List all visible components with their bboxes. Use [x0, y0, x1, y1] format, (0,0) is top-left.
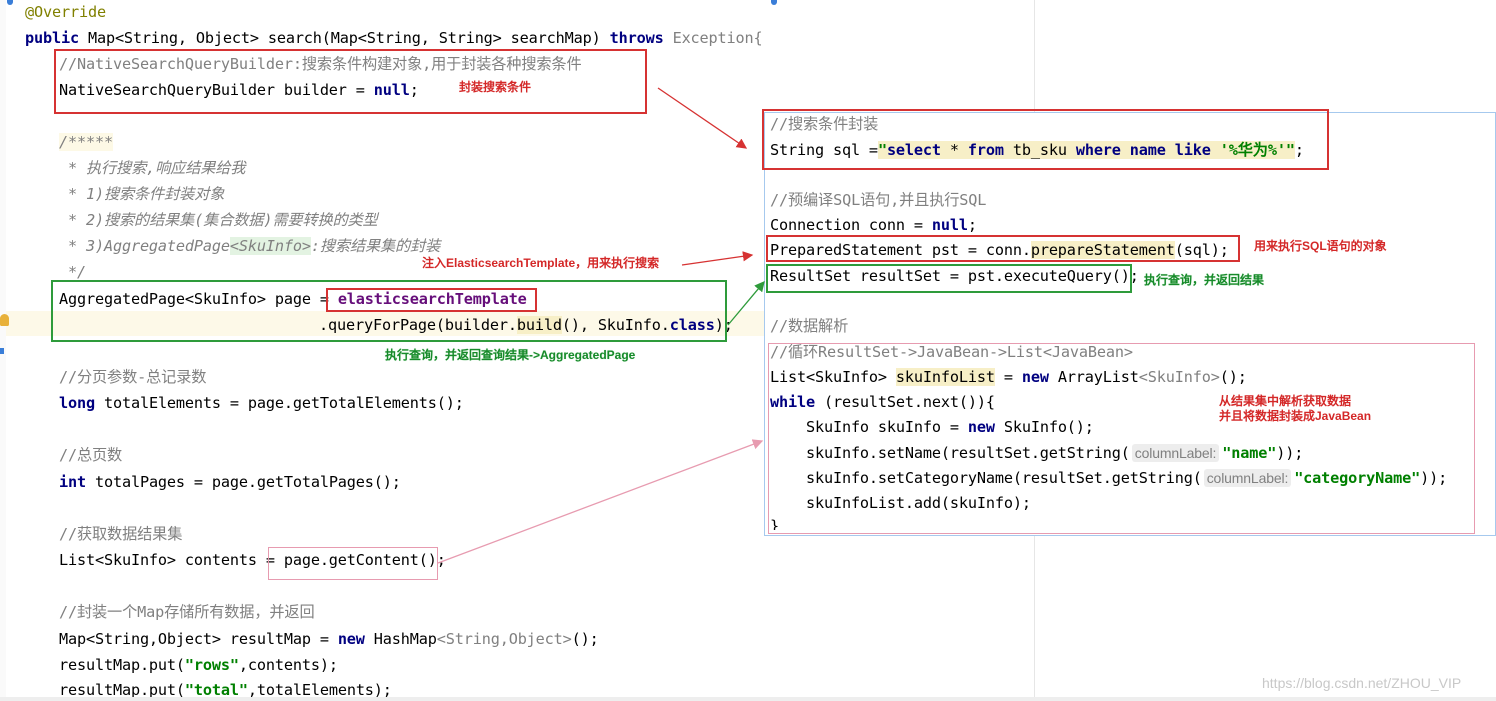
watermark: https://blog.csdn.net/ZHOU_VIP: [1262, 675, 1462, 691]
note-sql-executor: 用来执行SQL语句的对象: [1254, 239, 1387, 253]
arrow-content-to-parse: [437, 439, 764, 564]
arrow-builder-to-sql: [657, 87, 748, 149]
note-parse-data-1: 从结果集中解析获取数据: [1219, 394, 1352, 408]
annotation-arrows: [437, 87, 765, 564]
note-parse-data-2: 并且将数据封装成JavaBean: [1219, 409, 1372, 423]
note-encapsulate-condition: 封装搜索条件: [459, 80, 532, 94]
note-inject-template: 注入ElasticsearchTemplate，用来执行搜索: [422, 256, 660, 270]
note-execute-query: 执行查询，并返回结果: [1144, 273, 1265, 287]
arrow-template-to-pst: [681, 251, 754, 266]
horizontal-scrollbar[interactable]: [0, 697, 1496, 701]
code-editor[interactable]: @Override public Map<String, Object> sea…: [0, 0, 1496, 701]
note-query-result: 执行查询，并返回查询结果->AggregatedPage: [385, 348, 636, 362]
arrow-query-to-execute: [727, 281, 765, 326]
